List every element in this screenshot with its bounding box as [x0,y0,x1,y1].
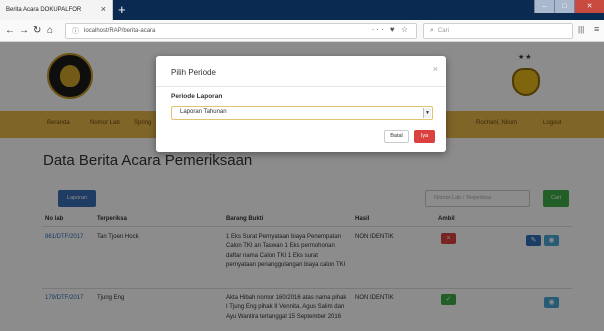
library-icon[interactable]: ||| [578,25,584,34]
minimize-icon[interactable]: – [534,0,554,13]
home-icon[interactable]: ⌂ [47,23,53,39]
iya-button[interactable]: Iya [414,130,435,143]
chevron-down-icon[interactable]: ▼ [423,108,431,118]
periode-select[interactable]: Laporan Tahunan ▼ [171,106,433,120]
back-icon[interactable]: ← [5,23,15,39]
periode-label: Periode Laporan [171,93,223,100]
periode-select-value: Laporan Tahunan [180,109,227,115]
hamburger-menu-icon[interactable]: ≡ [594,24,599,34]
browser-search-placeholder: Cari [437,28,449,34]
browser-tab-bar: Berita Acara DOKUPALFOR × + – □ ✕ [0,0,604,20]
batal-button[interactable]: Batal [384,130,409,143]
url-bar[interactable]: ⓘ localhost/RAP/berita-acara ··· ♥ ☆ [65,23,417,39]
reload-icon[interactable]: ↻ [33,23,41,39]
modal-divider [156,86,446,87]
window-controls: – □ ✕ [534,0,604,13]
search-icon: ⌕ [430,27,434,34]
tab-close-icon[interactable]: × [101,4,106,14]
forward-icon[interactable]: → [19,23,29,39]
browser-search-input[interactable]: ⌕ Cari [423,23,573,39]
site-info-icon[interactable]: ⓘ [72,26,79,36]
pilih-periode-modal: Pilih Periode × Periode Laporan Laporan … [156,56,446,152]
close-icon[interactable]: × [433,64,438,74]
maximize-icon[interactable]: □ [554,0,574,13]
modal-title: Pilih Periode [171,68,216,77]
page-actions-icon[interactable]: ··· ♥ ☆ [372,25,410,34]
browser-tab[interactable]: Berita Acara DOKUPALFOR × [0,0,113,20]
new-tab-button[interactable]: + [118,2,126,18]
url-text: localhost/RAP/berita-acara [84,28,156,34]
window-close-icon[interactable]: ✕ [574,0,604,13]
tab-title: Berita Acara DOKUPALFOR [6,7,82,13]
browser-nav-bar: ← → ↻ ⌂ ⓘ localhost/RAP/berita-acara ···… [0,20,604,42]
